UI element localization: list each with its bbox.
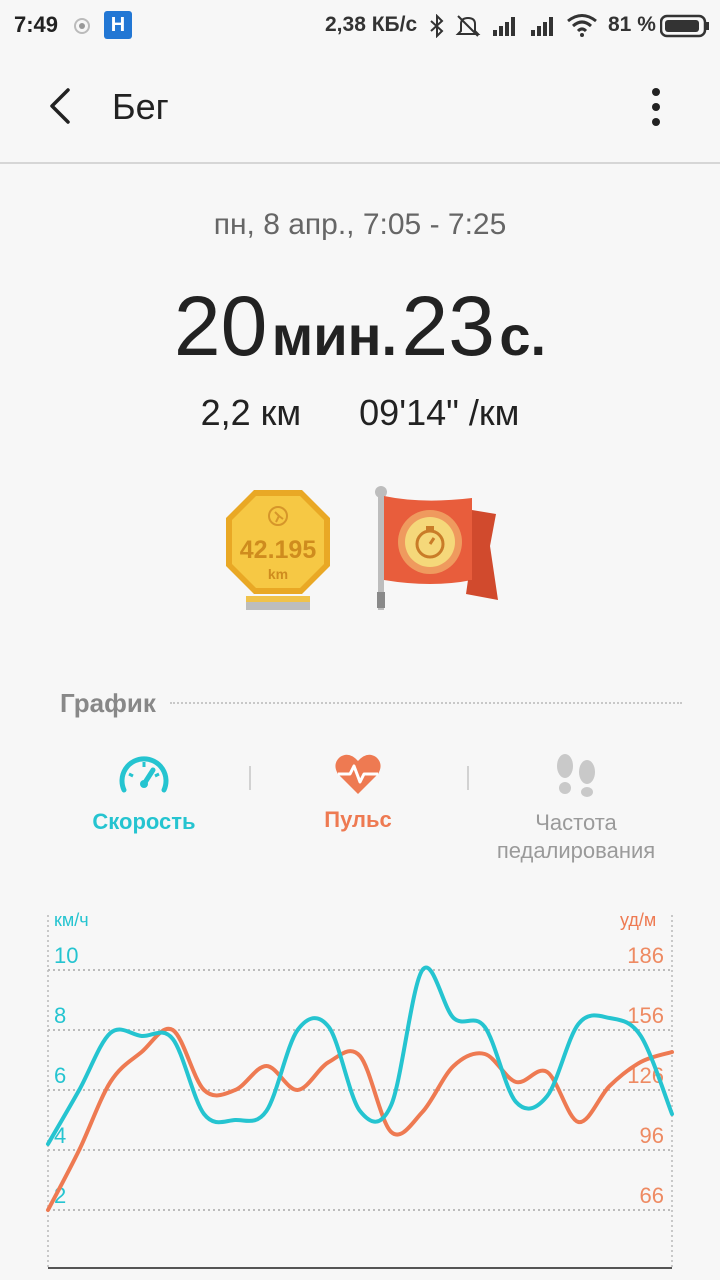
footsteps-icon — [557, 754, 595, 797]
wifi-hotspot-icon — [74, 18, 90, 34]
bluetooth-icon — [430, 14, 444, 38]
heart-pulse-icon — [335, 754, 381, 794]
duration-minutes-unit: мин. — [271, 304, 398, 367]
battery-icon — [660, 14, 709, 38]
tab-speed[interactable]: Скорость — [74, 752, 214, 835]
mute-icon — [455, 15, 481, 37]
marathon-medal-icon[interactable]: 42.195 km — [218, 488, 338, 614]
app-bar: Бег — [0, 52, 720, 164]
tab-divider — [249, 766, 251, 790]
more-options-icon[interactable] — [640, 82, 672, 132]
tab-cadence[interactable]: Частота педалирования — [476, 752, 676, 865]
pace-value: 09'14" /км — [359, 392, 520, 433]
duration-seconds-unit: с. — [499, 304, 547, 367]
wifi-icon — [567, 14, 597, 37]
marathon-unit: km — [268, 566, 288, 582]
marathon-value: 42.195 — [240, 536, 317, 564]
distance-value: 2,2 км — [200, 392, 302, 433]
page-title: Бег — [112, 86, 169, 127]
signal-icon — [493, 17, 515, 36]
chart-series — [46, 965, 674, 1212]
back-arrow-icon[interactable] — [40, 86, 80, 126]
section-divider — [170, 702, 682, 704]
notification-app-icon: H — [104, 11, 132, 39]
speedometer-icon — [119, 756, 169, 793]
speed-pulse-chart — [46, 915, 674, 1269]
tab-divider — [467, 766, 469, 790]
status-bar: 7:49 H 2,38 КБ/с 81 % — [0, 0, 720, 52]
duration-minutes: 20 — [173, 279, 268, 373]
workout-date: пн, 8 апр., 7:05 - 7:25 — [213, 208, 507, 241]
status-time: 7:49 — [14, 12, 59, 37]
tab-speed-label: Скорость — [92, 809, 196, 834]
stopwatch-flag-icon[interactable] — [372, 484, 502, 616]
tab-pulse-label: Пульс — [324, 807, 392, 832]
duration-seconds: 23 — [401, 279, 495, 373]
battery-level: 81 % — [608, 13, 656, 36]
workout-stats: 2,2 км 09'14" /км — [0, 392, 720, 434]
chart-grid — [47, 915, 673, 1269]
net-speed: 2,38 КБ/с — [325, 13, 418, 36]
pulse-series-line — [46, 1026, 674, 1212]
signal-icon — [531, 17, 553, 36]
section-title: График — [60, 688, 166, 719]
tab-pulse[interactable]: Пульс — [298, 752, 418, 833]
tab-cadence-label: Частота педалирования — [496, 810, 656, 863]
workout-duration: 20 мин. 23 с. — [0, 284, 720, 368]
